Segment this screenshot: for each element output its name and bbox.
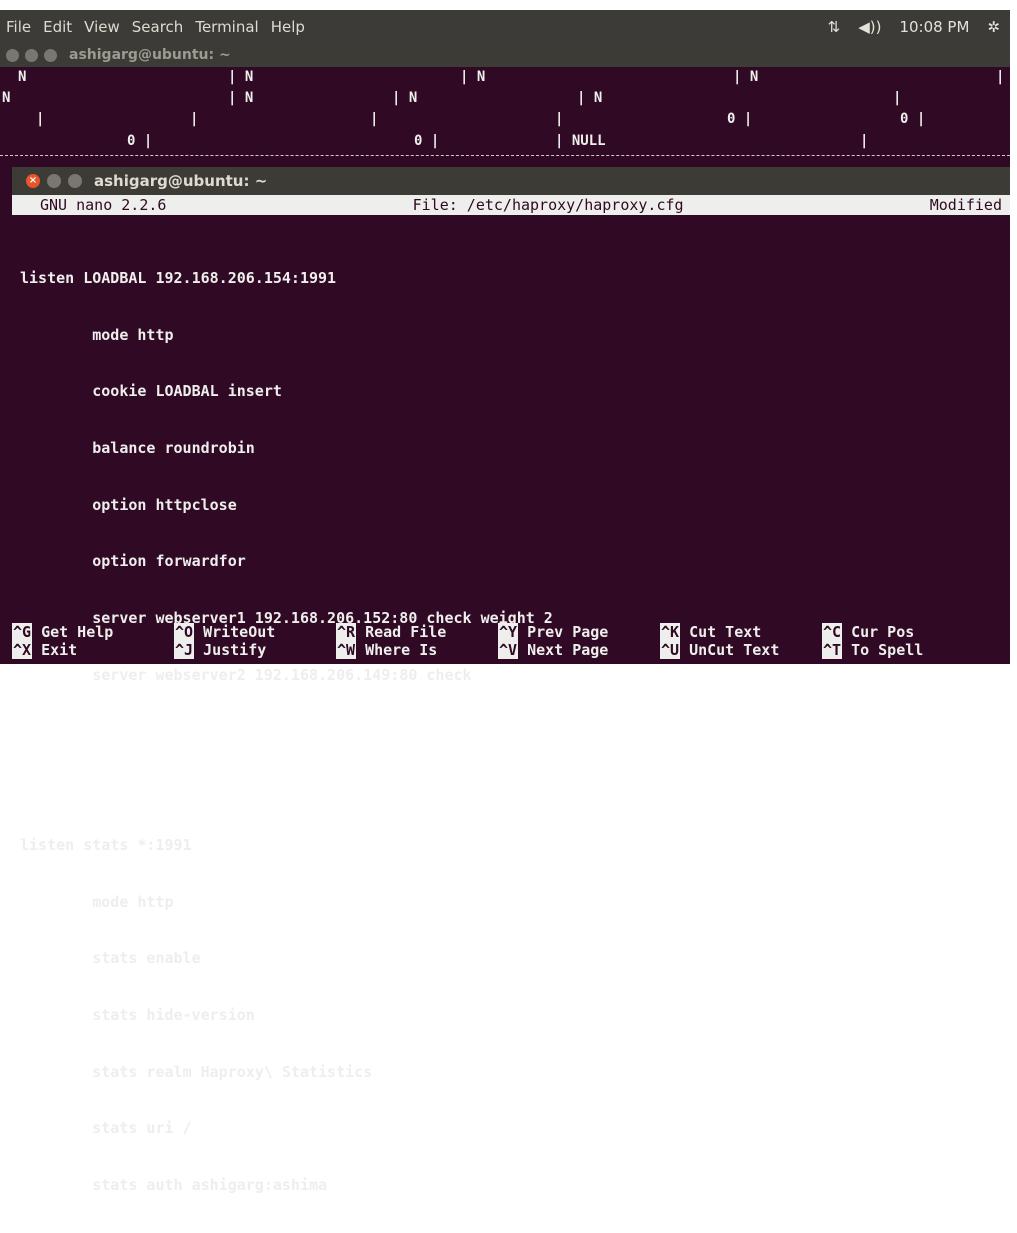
editor-line[interactable]: server webserver2 192.168.206.149:80 che…	[20, 666, 1010, 685]
maximize-icon[interactable]	[68, 174, 82, 188]
output-cell: |	[996, 69, 1005, 85]
foreground-terminal-titlebar[interactable]: × ashigarg@ubuntu: ~	[12, 167, 1010, 195]
shortcut-writeout[interactable]: ^O WriteOut	[174, 623, 336, 641]
nano-version: GNU nano 2.2.6	[40, 196, 167, 214]
foreground-terminal-title: ashigarg@ubuntu: ~	[94, 172, 268, 190]
output-cell: | N	[460, 69, 486, 85]
nano-modified-status: Modified	[929, 196, 1002, 214]
output-cell: | N	[733, 69, 759, 85]
editor-line[interactable]: stats uri /	[20, 1119, 1010, 1138]
close-icon[interactable]: ×	[26, 174, 40, 188]
shortcut-prev-page[interactable]: ^Y Prev Page	[498, 623, 660, 641]
output-cell: |	[893, 90, 902, 106]
editor-line[interactable]: mode http	[20, 326, 1010, 345]
network-updown-icon[interactable]: ⇅	[828, 18, 841, 36]
table-divider	[0, 155, 1010, 160]
output-cell: 0 |	[900, 111, 926, 127]
output-cell: | N	[577, 90, 603, 106]
editor-line[interactable]: listen LOADBAL 192.168.206.154:1991	[20, 269, 1010, 288]
output-cell: | N	[392, 90, 418, 106]
shortcut-get-help[interactable]: ^G Get Help	[12, 623, 174, 641]
editor-line[interactable]: mode http	[20, 893, 1010, 912]
output-cell: |	[860, 133, 869, 149]
shortcut-where-is[interactable]: ^W Where Is	[336, 641, 498, 659]
shortcut-exit[interactable]: ^X Exit	[12, 641, 174, 659]
editor-line[interactable]: stats auth ashigarg:ashima	[20, 1176, 1010, 1195]
editor-line[interactable]: stats hide-version	[20, 1006, 1010, 1025]
shortcut-to-spell[interactable]: ^T To Spell	[822, 641, 984, 659]
output-cell: | N	[228, 69, 254, 85]
top-menubar: File Edit View Search Terminal Help ⇅ ◀)…	[0, 10, 1010, 43]
minimize-icon[interactable]	[25, 48, 38, 62]
menu-edit[interactable]: Edit	[39, 18, 80, 36]
shortcut-cur-pos[interactable]: ^C Cur Pos	[822, 623, 984, 641]
editor-line[interactable]: cookie LOADBAL insert	[20, 382, 1010, 401]
minimize-icon[interactable]	[47, 174, 61, 188]
shortcut-uncut-text[interactable]: ^U UnCut Text	[660, 641, 822, 659]
shortcut-row: ^X Exit ^J Justify ^W Where Is ^V Next Page …	[12, 641, 1010, 659]
nano-shortcut-bar: ^G Get Help ^O WriteOut ^R Read File ^Y Prev…	[12, 623, 1010, 659]
output-cell: 0 |	[414, 133, 440, 149]
foreground-terminal-window[interactable]: × ashigarg@ubuntu: ~ GNU nano 2.2.6 File…	[12, 167, 1010, 1194]
menu-search[interactable]: Search	[128, 18, 192, 36]
output-cell: N	[2, 90, 11, 106]
indicator-area: ⇅ ◀)) 10:08 PM ✲	[828, 18, 1010, 36]
shortcut-next-page[interactable]: ^V Next Page	[498, 641, 660, 659]
close-icon[interactable]	[6, 48, 19, 62]
output-cell: 0 |	[727, 111, 753, 127]
shortcut-cut-text[interactable]: ^K Cut Text	[660, 623, 822, 641]
shortcut-justify[interactable]: ^J Justify	[174, 641, 336, 659]
output-cell: |	[555, 111, 564, 127]
output-cell: N	[18, 69, 27, 85]
clock[interactable]: 10:08 PM	[899, 18, 969, 36]
output-cell: | NULL	[555, 133, 606, 149]
editor-line[interactable]: balance roundrobin	[20, 439, 1010, 458]
output-cell: |	[370, 111, 379, 127]
menu-file[interactable]: File	[0, 18, 39, 36]
menu-help[interactable]: Help	[267, 18, 313, 36]
maximize-icon[interactable]	[44, 48, 57, 62]
editor-line[interactable]	[20, 779, 1010, 798]
editor-line[interactable]: listen stats *:1991	[20, 836, 1010, 855]
menu-terminal[interactable]: Terminal	[191, 18, 266, 36]
output-cell: |	[190, 111, 199, 127]
shortcut-read-file[interactable]: ^R Read File	[336, 623, 498, 641]
editor-line[interactable]: option httpclose	[20, 496, 1010, 515]
output-cell: 0 |	[127, 133, 153, 149]
nano-header-bar: GNU nano 2.2.6 File: /etc/haproxy/haprox…	[12, 195, 1010, 215]
background-terminal-titlebar[interactable]: ashigarg@ubuntu: ~	[0, 43, 1010, 67]
editor-line[interactable]: option forwardfor	[20, 552, 1010, 571]
background-terminal-window[interactable]: ashigarg@ubuntu: ~ N | N | N | N | N | N…	[0, 43, 1010, 183]
nano-filename: File: /etc/haproxy/haproxy.cfg	[412, 196, 684, 214]
editor-line[interactable]: stats realm Haproxy\ Statistics	[20, 1063, 1010, 1082]
volume-icon[interactable]: ◀))	[858, 18, 881, 36]
background-terminal-title: ashigarg@ubuntu: ~	[69, 47, 231, 63]
output-cell: |	[36, 111, 45, 127]
shortcut-row: ^G Get Help ^O WriteOut ^R Read File ^Y Prev…	[12, 623, 1010, 641]
editor-line[interactable]: stats enable	[20, 949, 1010, 968]
output-cell: | N	[228, 90, 254, 106]
gear-icon[interactable]: ✲	[987, 18, 1000, 36]
menu-view[interactable]: View	[80, 18, 128, 36]
editor-line[interactable]	[20, 722, 1010, 741]
background-terminal-edge	[0, 183, 12, 664]
nano-editor-area[interactable]: listen LOADBAL 192.168.206.154:1991 mode…	[12, 215, 1010, 1233]
